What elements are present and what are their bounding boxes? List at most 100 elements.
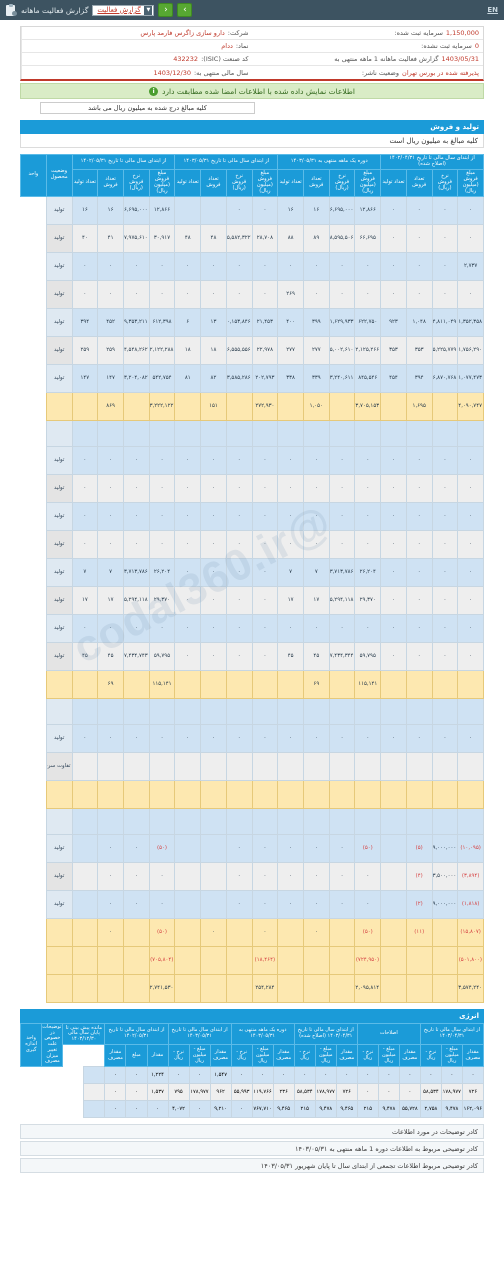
info-row: پذیرفته شده در بورس تهران وضعیت ناشر: سا…	[21, 66, 483, 79]
table-cell	[148, 697, 176, 725]
table-cell	[457, 697, 484, 725]
table-cell	[97, 419, 124, 447]
table-cell: ۱,۴۱۷,۴۳۴,۷۴۳	[122, 641, 150, 671]
table-cell: ۰	[302, 917, 330, 947]
table-cell	[277, 419, 304, 447]
table-cell	[174, 669, 202, 699]
unit-cell: تولید	[45, 445, 73, 475]
issuer-status-label: وضعیت ناشر:	[361, 68, 400, 77]
table-row: (۵۰۱,۸۰۰) (۷۲۴,۹۵۰) (۱۸,۴۶۴) (۷۰۵,۸۰۴)	[21, 945, 484, 975]
energy-group-header-cell: مانده پیش بینی تا پایان سال مالی ۱۴۰۳/۱۲…	[62, 1022, 106, 1046]
table-cell	[380, 889, 407, 919]
table-cell: ۰	[277, 889, 304, 919]
energy-table-cell: ۷۲۶	[335, 1083, 358, 1102]
table-cell: ۱۷	[71, 585, 99, 615]
table-cell	[174, 195, 202, 225]
table-cell: ۵۹,۷۹۵	[354, 641, 382, 671]
sub-header-cell: تعداد فروش	[302, 168, 330, 197]
table-cell	[405, 697, 433, 725]
table-cell: ۰	[431, 723, 459, 753]
table-cell: ۰	[174, 557, 202, 587]
table-cell: ۰	[122, 529, 150, 559]
main-table-wrap: از ابتدای سال مالی تا تاریخ ۱۴۰۲/۰۴/۳۱ (…	[20, 154, 484, 1003]
table-cell: ۰	[251, 723, 279, 753]
table-cell: ۰	[148, 723, 176, 753]
report-period-label: گزارش فعالیت ماهانه 1 ماهه منتهی به	[334, 55, 439, 63]
table-cell	[71, 973, 99, 1003]
table-cell: ۰	[71, 501, 99, 531]
table-cell: ۰	[354, 251, 382, 281]
table-cell: ۰	[225, 889, 253, 919]
energy-sub-header-cell: نرخ - ریال	[293, 1044, 316, 1068]
energy-sub-header-cell: نرخ - ریال	[419, 1044, 442, 1068]
table-cell: ۰	[405, 473, 433, 503]
table-cell: ۰	[200, 723, 227, 753]
table-cell: ۰	[405, 251, 433, 281]
table-cell	[354, 807, 382, 835]
table-row: ۱,۷۵۶,۲۹۰۲,۹۷۵,۲۲۵,۷۷۹۳۵۳۳۵۳۲,۱۲۵,۲۶۶۷,۷…	[21, 335, 484, 365]
table-cell: ۰	[354, 529, 382, 559]
table-cell: ۱۷	[302, 585, 330, 615]
language-toggle-en[interactable]: EN	[487, 6, 498, 14]
report-type-select[interactable]: ▼ گزارش فعالیت	[92, 4, 155, 16]
energy-table-cell: ۵۸,۵۳۴	[293, 1083, 316, 1102]
table-cell	[200, 751, 227, 781]
table-cell: ۰	[251, 585, 279, 615]
table-cell	[97, 945, 124, 975]
table-cell: ۱۱۵,۱۴۱	[148, 669, 176, 699]
table-cell: ۰	[200, 917, 227, 947]
table-cell: ۱۱۵,۱۴۱	[354, 669, 382, 699]
energy-table-cell: ۱۶۲,۰۹۶	[461, 1100, 485, 1119]
table-cell: ۰	[457, 445, 484, 475]
table-row: ۱,۳۵۲,۳۵۸۱,۱۹۴,۸۱۱,۰۴۹۱,۰۴۸۹۲۳۶۲۲,۷۵۰۱,۶…	[21, 307, 484, 337]
table-cell	[225, 669, 253, 699]
table-cell	[174, 861, 202, 891]
energy-table-cell: ۲۳۶	[272, 1083, 295, 1102]
table-cell: ۰	[354, 861, 382, 891]
table-cell	[302, 779, 330, 809]
table-cell: ۰	[225, 501, 253, 531]
group-header-cell: وضعیت محصول	[45, 154, 73, 197]
table-cell: ۲,۷۳۷	[457, 251, 484, 281]
table-cell: ۰	[277, 501, 304, 531]
unit-cell: تولید	[45, 363, 73, 393]
energy-table-cell: ۹,۱۷۸,۹۷۷	[188, 1083, 211, 1102]
table-cell: ۰	[200, 529, 227, 559]
table-cell: ۰	[380, 613, 407, 643]
table-cell: ۴۵۴	[380, 363, 407, 393]
table-cell	[277, 391, 304, 421]
table-cell: ۲,۶۹۳,۲۰۴,۰۸۲	[122, 363, 150, 393]
table-cell: ۰	[457, 557, 484, 587]
table-cell: ۰	[225, 833, 253, 863]
table-cell: ۱,۳۵۲,۳۵۸	[457, 307, 484, 337]
table-cell: ۰	[225, 585, 253, 615]
energy-table-cell: ۰	[356, 1083, 379, 1102]
table-cell: (۵۰)	[354, 917, 382, 947]
prev-report-button[interactable]: ‹	[158, 3, 174, 17]
next-report-button[interactable]: ›	[177, 3, 193, 17]
table-cell: ۶۲۲,۷۵۰	[354, 307, 382, 337]
energy-sub-header-cell: مقدار مصرف	[461, 1044, 485, 1068]
table-row: ۰ ۰ ۰ ۰ ۰ ۰ ۰ ۰ ۰ ۰ ۰ ۰ ۰ ۰ ۰ ۰ تولید	[21, 529, 484, 559]
table-cell: ۰	[251, 917, 279, 947]
table-cell: ۰	[148, 251, 176, 281]
energy-table-cell: ۱,۲۲۴	[146, 1066, 169, 1085]
table-row: ۲,۷۳۷ ۰ ۰ ۰ ۰ ۰ ۰ ۰ ۰ ۰ ۰ ۰ ۰ ۰ ۰ ۰ تولید	[21, 251, 484, 281]
table-cell	[148, 807, 176, 835]
table-cell: ۱,۰۵۰	[302, 391, 330, 421]
table-cell: ۰	[97, 833, 124, 863]
table-cell: ۰	[122, 445, 150, 475]
table-cell	[302, 945, 330, 975]
table-cell: ۰	[251, 641, 279, 671]
table-cell: ۱,۷۹۵,۲۹۴,۱۱۸	[328, 585, 356, 615]
table-cell: ۰	[302, 501, 330, 531]
unit-cell: تولید	[45, 613, 73, 643]
table-cell: ۰	[174, 613, 202, 643]
table-cell	[405, 751, 433, 781]
unit-cell	[45, 669, 73, 699]
table-cell: ۰	[328, 279, 356, 309]
energy-pad-cell	[83, 1100, 106, 1119]
table-cell: ۱,۰۴۸	[405, 307, 433, 337]
table-cell	[200, 807, 227, 835]
energy-table-head: از ابتدای سال مالی تا تاریخ ۱۴۰۳/۰۴/۳۱ اص…	[19, 1022, 485, 1068]
